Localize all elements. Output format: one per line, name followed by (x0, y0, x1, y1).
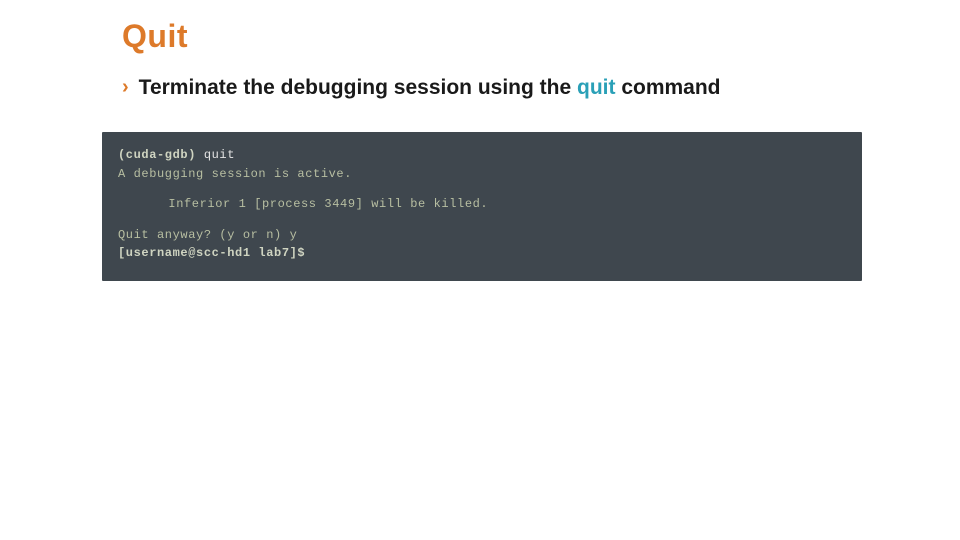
code-line: A debugging session is active. (118, 165, 846, 184)
slide: Quit › Terminate the debugging session u… (0, 0, 960, 540)
subtitle-post: command (615, 76, 720, 99)
subtitle-row: › Terminate the debugging session using … (122, 76, 721, 100)
shell-prompt: [username@scc-hd1 lab7]$ (118, 244, 846, 263)
code-line: (cuda-gdb) quit (118, 146, 846, 165)
blank-line (118, 183, 846, 195)
blank-line (118, 214, 846, 226)
subtitle-highlight: quit (577, 76, 615, 99)
gdb-command: quit (196, 148, 235, 162)
code-line: Quit anyway? (y or n) y (118, 226, 846, 245)
subtitle: Terminate the debugging session using th… (139, 76, 721, 100)
terminal-output: (cuda-gdb) quit A debugging session is a… (102, 132, 862, 281)
code-line: Inferior 1 [process 3449] will be killed… (118, 195, 846, 214)
chevron-right-icon: › (122, 76, 129, 99)
subtitle-pre: Terminate the debugging session using th… (139, 76, 577, 99)
page-title: Quit (122, 18, 188, 55)
gdb-prompt: (cuda-gdb) (118, 148, 196, 162)
